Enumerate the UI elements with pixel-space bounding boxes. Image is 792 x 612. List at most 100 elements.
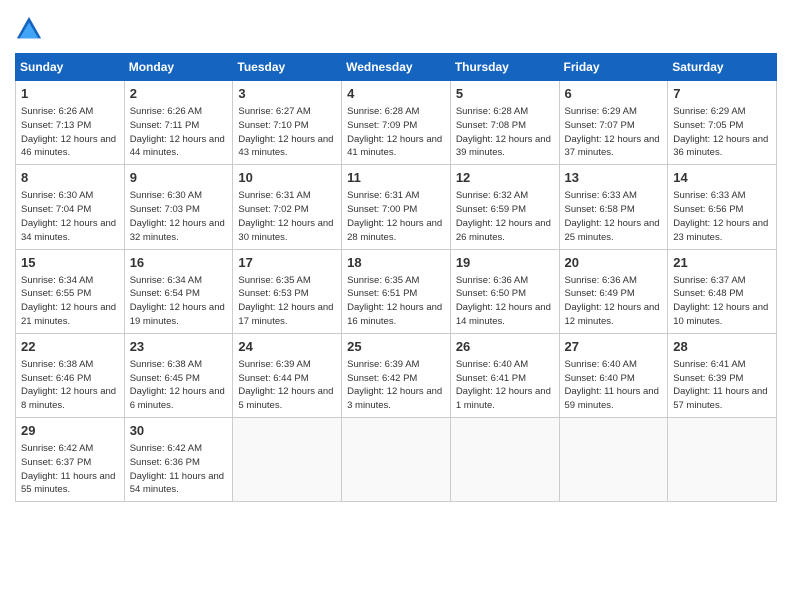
day-cell-12: 12 Sunrise: 6:32 AMSunset: 6:59 PMDayligh… [450,165,559,249]
day-info: Sunrise: 6:35 AMSunset: 6:53 PMDaylight:… [238,274,336,329]
day-cell-5: 5 Sunrise: 6:28 AMSunset: 7:08 PMDaylight… [450,81,559,165]
day-number: 11 [347,169,445,187]
day-cell-3: 3 Sunrise: 6:27 AMSunset: 7:10 PMDaylight… [233,81,342,165]
week-row-5: 29Sunrise: 6:42 AMSunset: 6:37 PMDayligh… [16,418,777,502]
day-number: 21 [673,254,771,272]
day-number: 5 [456,85,554,103]
day-info: Sunrise: 6:36 AMSunset: 6:50 PMDaylight:… [456,274,554,329]
day-cell-13: 13 Sunrise: 6:33 AMSunset: 6:58 PMDayligh… [559,165,668,249]
day-info: Sunrise: 6:29 AMSunset: 7:07 PMDaylight:… [565,105,663,160]
day-number: 6 [565,85,663,103]
day-cell-28: 28 Sunrise: 6:41 AMSunset: 6:39 PMDayligh… [668,333,777,417]
day-header-thursday: Thursday [450,54,559,81]
day-info: Sunrise: 6:40 AMSunset: 6:41 PMDaylight:… [456,358,554,413]
logo-icon [15,15,43,43]
day-header-tuesday: Tuesday [233,54,342,81]
day-number: 27 [565,338,663,356]
day-info: Sunrise: 6:40 AMSunset: 6:40 PMDaylight:… [565,358,663,413]
day-number: 15 [21,254,119,272]
day-cell-18: 18 Sunrise: 6:35 AMSunset: 6:51 PMDayligh… [342,249,451,333]
day-cell-24: 24 Sunrise: 6:39 AMSunset: 6:44 PMDayligh… [233,333,342,417]
day-header-sunday: Sunday [16,54,125,81]
logo [15,15,47,43]
day-info: Sunrise: 6:39 AMSunset: 6:44 PMDaylight:… [238,358,336,413]
day-number: 8 [21,169,119,187]
day-cell-30: 30Sunrise: 6:42 AMSunset: 6:36 PMDayligh… [124,418,233,502]
day-info: Sunrise: 6:41 AMSunset: 6:39 PMDaylight:… [673,358,771,413]
day-header-friday: Friday [559,54,668,81]
day-info: Sunrise: 6:30 AMSunset: 7:03 PMDaylight:… [130,189,228,244]
day-info: Sunrise: 6:26 AMSunset: 7:11 PMDaylight:… [130,105,228,160]
day-number: 25 [347,338,445,356]
day-cell-2: 2Sunrise: 6:26 AMSunset: 7:11 PMDaylight… [124,81,233,165]
day-cell-29: 29Sunrise: 6:42 AMSunset: 6:37 PMDayligh… [16,418,125,502]
day-cell-1: 1 Sunrise: 6:26 AMSunset: 7:13 PMDaylight… [16,81,125,165]
day-info: Sunrise: 6:35 AMSunset: 6:51 PMDaylight:… [347,274,445,329]
week-row-4: 22 Sunrise: 6:38 AMSunset: 6:46 PMDayligh… [16,333,777,417]
day-cell-23: 23 Sunrise: 6:38 AMSunset: 6:45 PMDayligh… [124,333,233,417]
day-number: 20 [565,254,663,272]
day-number: 3 [238,85,336,103]
day-number: 24 [238,338,336,356]
page-header [15,15,777,43]
empty-cell [233,418,342,502]
week-row-3: 15 Sunrise: 6:34 AMSunset: 6:55 PMDayligh… [16,249,777,333]
day-info: Sunrise: 6:38 AMSunset: 6:46 PMDaylight:… [21,358,119,413]
days-header-row: SundayMondayTuesdayWednesdayThursdayFrid… [16,54,777,81]
day-number: 29 [21,422,119,440]
day-number: 22 [21,338,119,356]
day-header-monday: Monday [124,54,233,81]
day-number: 14 [673,169,771,187]
day-cell-4: 4Sunrise: 6:28 AMSunset: 7:09 PMDaylight… [342,81,451,165]
empty-cell [559,418,668,502]
day-info: Sunrise: 6:31 AMSunset: 7:02 PMDaylight:… [238,189,336,244]
day-info: Sunrise: 6:37 AMSunset: 6:48 PMDaylight:… [673,274,771,329]
day-number: 10 [238,169,336,187]
day-info: Sunrise: 6:26 AMSunset: 7:13 PMDaylight:… [21,105,119,160]
day-info: Sunrise: 6:34 AMSunset: 6:55 PMDaylight:… [21,274,119,329]
day-number: 9 [130,169,228,187]
empty-cell [668,418,777,502]
day-info: Sunrise: 6:28 AMSunset: 7:08 PMDaylight:… [456,105,554,160]
day-number: 4 [347,85,445,103]
day-cell-21: 21 Sunrise: 6:37 AMSunset: 6:48 PMDayligh… [668,249,777,333]
day-cell-9: 9 Sunrise: 6:30 AMSunset: 7:03 PMDaylight… [124,165,233,249]
empty-cell [450,418,559,502]
day-number: 23 [130,338,228,356]
day-info: Sunrise: 6:34 AMSunset: 6:54 PMDaylight:… [130,274,228,329]
day-number: 13 [565,169,663,187]
day-cell-17: 17 Sunrise: 6:35 AMSunset: 6:53 PMDayligh… [233,249,342,333]
day-info: Sunrise: 6:42 AMSunset: 6:36 PMDaylight:… [130,442,228,497]
day-cell-20: 20 Sunrise: 6:36 AMSunset: 6:49 PMDayligh… [559,249,668,333]
day-info: Sunrise: 6:30 AMSunset: 7:04 PMDaylight:… [21,189,119,244]
day-number: 19 [456,254,554,272]
day-number: 18 [347,254,445,272]
day-info: Sunrise: 6:33 AMSunset: 6:56 PMDaylight:… [673,189,771,244]
day-info: Sunrise: 6:32 AMSunset: 6:59 PMDaylight:… [456,189,554,244]
day-cell-10: 10 Sunrise: 6:31 AMSunset: 7:02 PMDayligh… [233,165,342,249]
day-cell-27: 27 Sunrise: 6:40 AMSunset: 6:40 PMDayligh… [559,333,668,417]
day-info: Sunrise: 6:38 AMSunset: 6:45 PMDaylight:… [130,358,228,413]
day-info: Sunrise: 6:39 AMSunset: 6:42 PMDaylight:… [347,358,445,413]
day-cell-14: 14 Sunrise: 6:33 AMSunset: 6:56 PMDayligh… [668,165,777,249]
day-info: Sunrise: 6:27 AMSunset: 7:10 PMDaylight:… [238,105,336,160]
day-cell-6: 6 Sunrise: 6:29 AMSunset: 7:07 PMDaylight… [559,81,668,165]
day-cell-22: 22 Sunrise: 6:38 AMSunset: 6:46 PMDayligh… [16,333,125,417]
day-cell-7: 7 Sunrise: 6:29 AMSunset: 7:05 PMDaylight… [668,81,777,165]
day-info: Sunrise: 6:29 AMSunset: 7:05 PMDaylight:… [673,105,771,160]
day-cell-11: 11 Sunrise: 6:31 AMSunset: 7:00 PMDayligh… [342,165,451,249]
empty-cell [342,418,451,502]
day-header-saturday: Saturday [668,54,777,81]
day-number: 17 [238,254,336,272]
day-number: 28 [673,338,771,356]
day-info: Sunrise: 6:31 AMSunset: 7:00 PMDaylight:… [347,189,445,244]
day-info: Sunrise: 6:36 AMSunset: 6:49 PMDaylight:… [565,274,663,329]
day-number: 12 [456,169,554,187]
day-info: Sunrise: 6:33 AMSunset: 6:58 PMDaylight:… [565,189,663,244]
day-number: 1 [21,85,119,103]
week-row-1: 1 Sunrise: 6:26 AMSunset: 7:13 PMDaylight… [16,81,777,165]
day-cell-19: 19 Sunrise: 6:36 AMSunset: 6:50 PMDayligh… [450,249,559,333]
day-cell-8: 8 Sunrise: 6:30 AMSunset: 7:04 PMDaylight… [16,165,125,249]
day-header-wednesday: Wednesday [342,54,451,81]
day-number: 7 [673,85,771,103]
